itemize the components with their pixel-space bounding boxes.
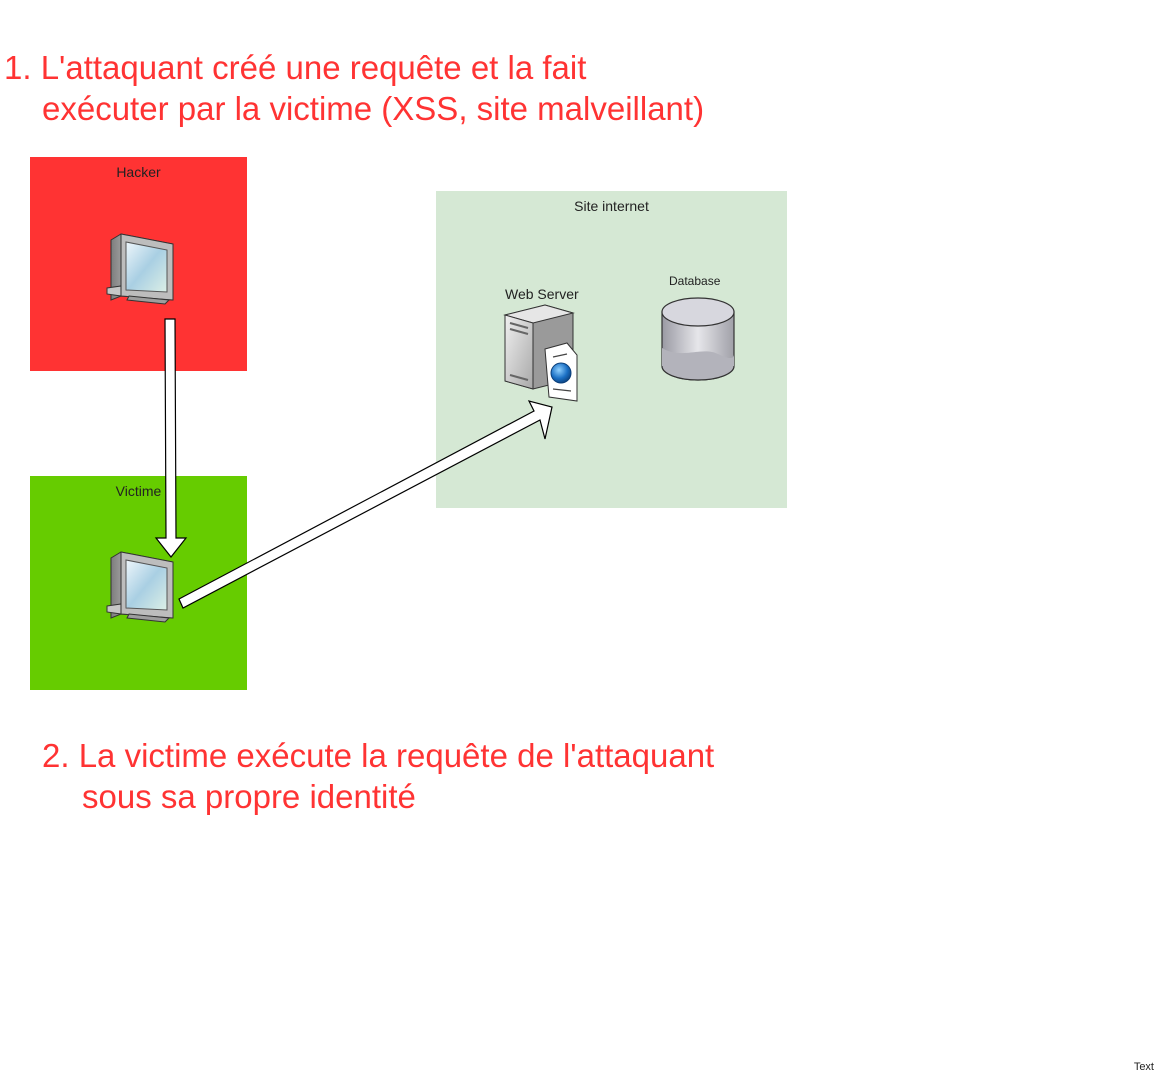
step-1-line-1: 1. L'attaquant créé une requête et la fa… — [4, 49, 587, 86]
hacker-computer-icon — [106, 233, 174, 305]
corner-text-label: Text — [1133, 1061, 1154, 1073]
step-1-line-2: exécuter par la victime (XSS, site malve… — [42, 90, 705, 127]
database-icon — [661, 297, 735, 381]
step-1-text: 1. L'attaquant créé une requête et la fa… — [4, 47, 704, 129]
step-2-line-2: sous sa propre identité — [82, 778, 416, 815]
diagram-canvas — [106, 233, 735, 623]
web-server-icon — [503, 304, 578, 402]
web-document-icon — [544, 342, 578, 402]
step-2-line-1: 2. La victime exécute la requête de l'at… — [42, 737, 715, 774]
arrow-victim-to-server — [178, 400, 553, 609]
step-2-text: 2. La victime exécute la requête de l'at… — [42, 735, 714, 817]
victim-computer-icon — [106, 551, 174, 623]
arrow-hacker-to-victim — [154, 318, 188, 558]
